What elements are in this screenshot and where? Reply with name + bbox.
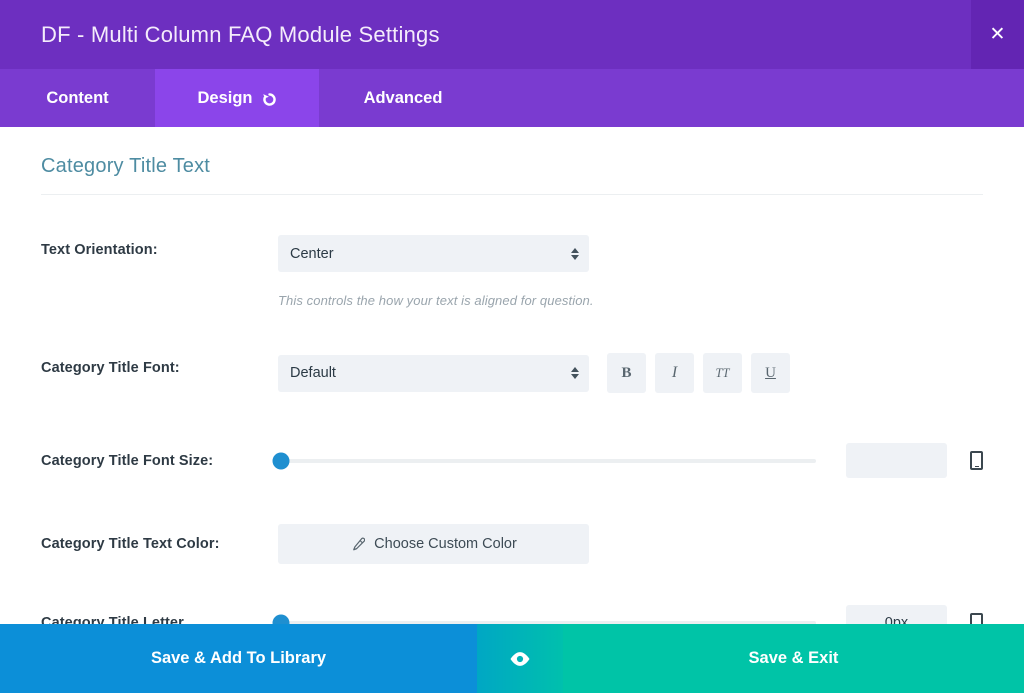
category-title-font-select[interactable]: Default (278, 354, 589, 392)
section-divider (41, 194, 983, 195)
row-category-title-font: Category Title Font: Default B I TT U (41, 353, 983, 393)
tab-bar: Content Design Advanced (0, 69, 1024, 127)
uppercase-label: TT (715, 365, 730, 380)
save-exit-button[interactable]: Save & Exit (563, 624, 1024, 693)
tab-content-label: Content (46, 88, 109, 107)
preview-button[interactable] (477, 624, 563, 693)
chevron-updown-icon (571, 247, 579, 260)
category-title-font-label: Category Title Font: (41, 360, 180, 376)
italic-label: I (671, 364, 678, 381)
bold-label: B (621, 364, 632, 381)
module-settings-modal: DF - Multi Column FAQ Module Settings ✕ … (0, 0, 1024, 693)
mobile-icon[interactable] (970, 451, 983, 470)
close-button[interactable]: ✕ (971, 0, 1024, 69)
save-add-to-library-button[interactable]: Save & Add To Library (0, 624, 477, 693)
section-title: Category Title Text (41, 155, 211, 177)
row-category-title-font-size: Category Title Font Size: (41, 443, 983, 478)
modal-titlebar: DF - Multi Column FAQ Module Settings ✕ (0, 0, 1024, 69)
tab-design[interactable]: Design (155, 69, 319, 127)
choose-custom-color-button[interactable]: Choose Custom Color (278, 524, 589, 564)
close-icon: ✕ (989, 24, 1006, 45)
eyedropper-icon (350, 537, 366, 552)
modal-footer: Save & Add To Library Save & Exit (0, 624, 1024, 693)
tab-design-label: Design (197, 88, 253, 107)
underline-label: U (765, 364, 776, 381)
uppercase-button[interactable]: TT (703, 353, 742, 393)
font-size-slider[interactable] (272, 452, 816, 469)
text-orientation-select[interactable]: Center (278, 235, 589, 272)
text-orientation-value: Center (290, 245, 334, 262)
eye-icon (508, 647, 532, 671)
font-size-input[interactable] (846, 443, 947, 478)
font-format-group: B I TT U (607, 353, 790, 393)
italic-button[interactable]: I (655, 353, 694, 393)
row-category-title-text-color: Category Title Text Color: Choose Custom… (41, 524, 983, 564)
row-text-orientation: Text Orientation: Center This controls t… (41, 235, 983, 308)
underline-button[interactable]: U (751, 353, 790, 393)
font-size-slider-handle[interactable] (272, 452, 290, 469)
tab-advanced[interactable]: Advanced (319, 69, 487, 127)
settings-body: Category Title Text Text Orientation: Ce… (0, 127, 1024, 693)
text-orientation-helper: This controls the how your text is align… (278, 293, 594, 308)
save-exit-label: Save & Exit (748, 649, 839, 667)
category-title-font-size-label: Category Title Font Size: (41, 452, 214, 469)
text-orientation-label: Text Orientation: (41, 242, 158, 258)
reset-icon[interactable] (262, 92, 277, 107)
modal-title: DF - Multi Column FAQ Module Settings (41, 21, 440, 47)
tab-advanced-label: Advanced (363, 88, 443, 107)
category-title-font-value: Default (290, 365, 336, 381)
chevron-updown-icon (571, 367, 579, 379)
category-title-text-color-label: Category Title Text Color: (41, 536, 220, 552)
save-add-to-library-label: Save & Add To Library (150, 649, 327, 667)
choose-custom-color-label: Choose Custom Color (374, 536, 517, 552)
bold-button[interactable]: B (607, 353, 646, 393)
tab-content[interactable]: Content (0, 69, 155, 127)
